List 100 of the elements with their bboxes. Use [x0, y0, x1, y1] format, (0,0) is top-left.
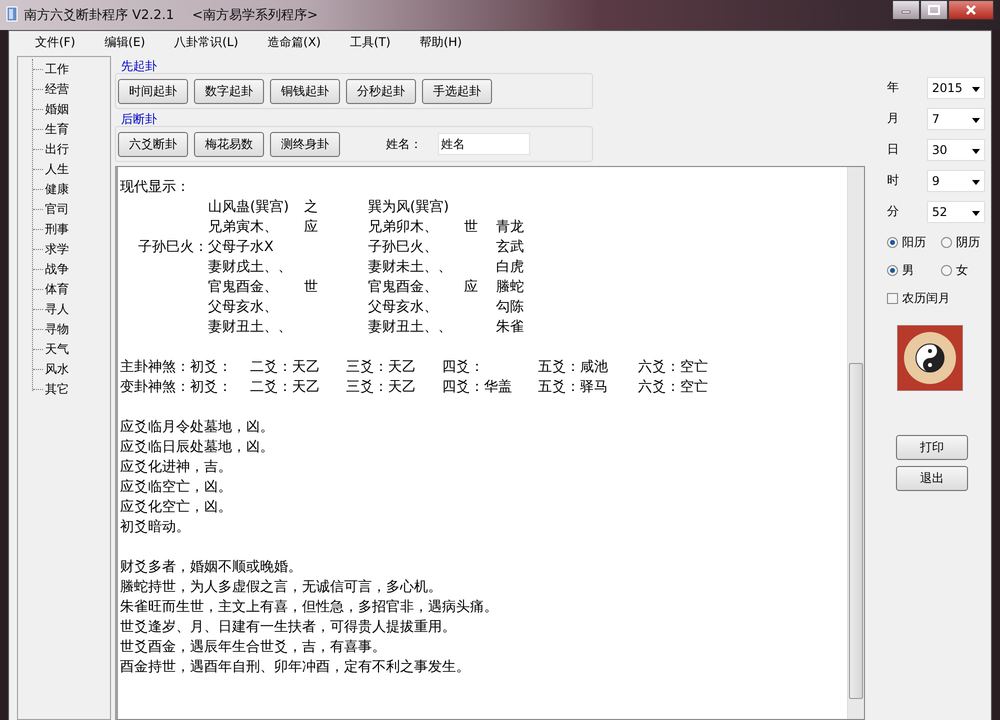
caret-icon	[972, 210, 980, 216]
radio-button[interactable]	[887, 264, 898, 276]
checkbox[interactable]	[887, 292, 898, 304]
action-button[interactable]: 手选起卦	[422, 78, 492, 104]
tree-item[interactable]: 婚姻	[45, 100, 69, 118]
radio-option[interactable]: 男	[887, 262, 933, 278]
tree-item[interactable]: 其它	[45, 380, 69, 398]
spirit-text: 青龙	[496, 218, 525, 237]
group-title: 后断卦	[120, 111, 157, 126]
shensha-item: 四爻：华盖	[442, 378, 513, 397]
close-icon	[965, 5, 977, 15]
output-heading: 现代显示：	[120, 178, 190, 197]
field-label: 月	[887, 110, 900, 127]
tree-item[interactable]: 战争	[45, 260, 69, 278]
name-field[interactable]: 姓名	[438, 133, 530, 155]
radio-button[interactable]	[941, 236, 952, 248]
scrollbar[interactable]	[847, 167, 864, 719]
field-label: 年	[887, 79, 900, 96]
shensha-item: 六爻：空亡	[638, 358, 708, 377]
action-button[interactable]: 打印	[896, 435, 968, 460]
shensha-item: 二爻：天乙	[250, 358, 321, 377]
joiner-text: 之	[304, 198, 319, 217]
menu-item[interactable]: 八卦常识(L)	[164, 34, 248, 51]
hexagram-name: 山风蛊(巽宫)	[208, 198, 290, 217]
checkbox-option[interactable]: 农历闰月	[887, 290, 950, 306]
action-button[interactable]: 铜钱起卦	[270, 78, 340, 104]
tree-item[interactable]: 健康	[45, 180, 69, 198]
shensha-item: 初爻：	[190, 358, 233, 377]
action-button[interactable]: 六爻断卦	[118, 132, 188, 156]
menu-item[interactable]: 工具(T)	[340, 34, 401, 51]
dropdown[interactable]: 9	[927, 170, 985, 192]
judgment-line: 酉金持世，遇酉年自刑、卯年冲酉，定有不利之事发生。	[120, 658, 470, 677]
menu-item[interactable]: 编辑(E)	[94, 34, 156, 51]
field-label: 日	[887, 141, 900, 158]
line-text: 妻财戌土、、	[208, 258, 293, 277]
spirit-text: 勾陈	[496, 298, 525, 317]
shensha-item: 三爻：天乙	[346, 378, 417, 397]
tree-item[interactable]: 寻物	[45, 320, 69, 338]
maximize-icon	[928, 5, 940, 15]
shensha-label: 变卦神煞：	[120, 378, 190, 397]
spirit-text: 螣蛇	[496, 278, 525, 297]
judgment-line: 世爻酉金，遇辰年生合世爻，吉，有喜事。	[120, 638, 386, 657]
line-text: 父母亥水、	[208, 298, 279, 317]
tree-item[interactable]: 寻人	[45, 300, 69, 318]
radio-option[interactable]: 阳历	[887, 234, 933, 250]
radio-button[interactable]	[887, 236, 898, 248]
tree-item[interactable]: 官司	[45, 200, 69, 218]
maximize-button[interactable]	[920, 0, 948, 20]
dropdown[interactable]: 2015	[927, 76, 985, 98]
line-text: 妻财丑土、、	[368, 318, 453, 337]
dropdown[interactable]: 52	[927, 200, 985, 222]
action-button[interactable]: 梅花易数	[194, 132, 264, 156]
tree-item[interactable]: 人生	[45, 160, 69, 178]
shensha-item: 五爻：驿马	[538, 378, 609, 397]
dropdown[interactable]: 30	[927, 138, 985, 160]
line-text: 父母亥水、	[368, 298, 439, 317]
judgment-line: 初爻暗动。	[120, 518, 190, 537]
action-button[interactable]: 时间起卦	[118, 78, 188, 104]
spirit-text: 白虎	[496, 258, 525, 277]
line-text: 子孙巳火、	[368, 238, 439, 257]
tree-item[interactable]: 刑事	[45, 220, 69, 238]
tree-item[interactable]: 出行	[45, 140, 69, 158]
hidden-line-text: 子孙巳火：	[137, 238, 208, 257]
judgment-line: 财爻多者，婚姻不顺或晚婚。	[120, 558, 302, 577]
caret-icon	[972, 86, 980, 92]
shensha-item: 二爻：天乙	[250, 378, 321, 397]
menu-item[interactable]: 帮助(H)	[410, 34, 472, 51]
tree-item[interactable]: 体育	[45, 280, 69, 298]
minimize-button[interactable]	[892, 0, 920, 20]
dropdown[interactable]: 7	[927, 108, 985, 130]
radio-option[interactable]: 女	[941, 262, 987, 278]
yin-yang-icon	[897, 325, 963, 391]
shensha-item: 四爻：	[442, 358, 485, 377]
window-subtitle: <南方易学系列程序>	[192, 7, 318, 24]
judgment-line: 世爻逢岁、月、日建有一生扶者，可得贵人提拔重用。	[120, 618, 456, 637]
scrollbar-thumb[interactable]	[849, 363, 863, 699]
line-text: 官鬼酉金、	[368, 278, 439, 297]
tree-item[interactable]: 求学	[45, 240, 69, 258]
group-title: 先起卦	[120, 58, 157, 73]
close-button[interactable]	[948, 0, 994, 20]
radio-option[interactable]: 阴历	[941, 234, 987, 250]
line-text: 妻财未土、、	[368, 258, 453, 277]
shensha-item: 六爻：空亡	[638, 378, 708, 397]
tree-item[interactable]: 天气	[45, 340, 69, 358]
radio-button[interactable]	[941, 264, 952, 276]
action-button[interactable]: 分秒起卦	[346, 78, 416, 104]
action-button[interactable]: 退出	[896, 466, 968, 491]
shensha-item: 初爻：	[190, 378, 233, 397]
action-button[interactable]: 数字起卦	[194, 78, 264, 104]
tree-item[interactable]: 风水	[45, 360, 69, 378]
tree-item[interactable]: 经营	[45, 80, 69, 98]
line-text: 兄弟卯木、	[368, 218, 439, 237]
action-button[interactable]: 测终身卦	[270, 132, 340, 156]
menu-item[interactable]: 造命篇(X)	[257, 34, 331, 51]
menu-item[interactable]: 文件(F)	[25, 34, 86, 51]
tree-item[interactable]: 工作	[45, 60, 69, 78]
judgment-line: 应爻化进神，吉。	[120, 458, 232, 477]
tree-item[interactable]: 生育	[45, 120, 69, 138]
app-icon	[6, 6, 18, 22]
caret-icon	[972, 148, 980, 154]
